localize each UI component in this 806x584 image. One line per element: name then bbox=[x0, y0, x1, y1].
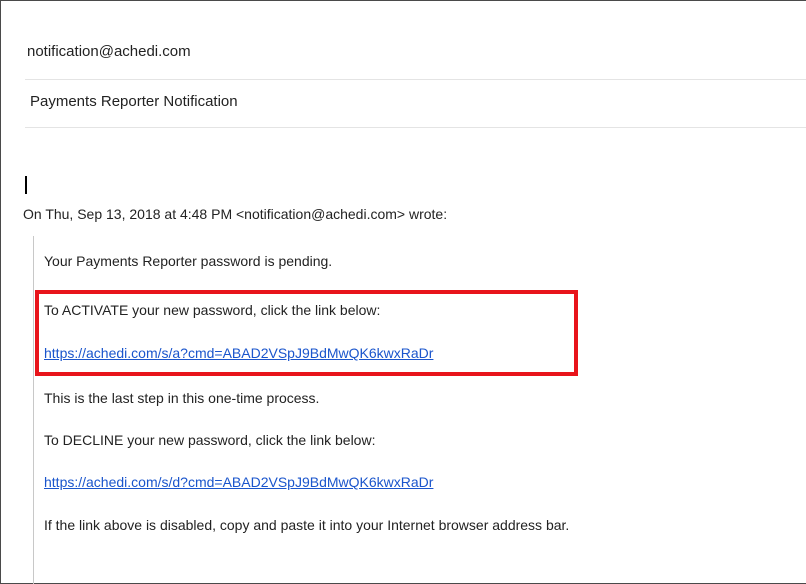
sender-address: notification@achedi.com bbox=[27, 43, 191, 60]
activate-instruction: To ACTIVATE your new password, click the… bbox=[44, 302, 381, 318]
disabled-link-note: If the link above is disabled, copy and … bbox=[44, 517, 570, 533]
pending-notice: Your Payments Reporter password is pendi… bbox=[44, 253, 333, 269]
activate-link[interactable]: https://achedi.com/s/a?cmd=ABAD2VSpJ9BdM… bbox=[44, 343, 433, 363]
divider bbox=[25, 79, 806, 80]
decline-link[interactable]: https://achedi.com/s/d?cmd=ABAD2VSpJ9BdM… bbox=[44, 472, 433, 492]
last-step-note: This is the last step in this one-time p… bbox=[44, 390, 320, 406]
decline-instruction: To DECLINE your new password, click the … bbox=[44, 432, 376, 448]
email-subject: Payments Reporter Notification bbox=[30, 93, 238, 110]
quote-attribution: On Thu, Sep 13, 2018 at 4:48 PM <notific… bbox=[23, 206, 448, 222]
text-cursor bbox=[25, 176, 27, 194]
quoted-message: Your Payments Reporter password is pendi… bbox=[33, 236, 794, 584]
divider bbox=[25, 127, 806, 128]
